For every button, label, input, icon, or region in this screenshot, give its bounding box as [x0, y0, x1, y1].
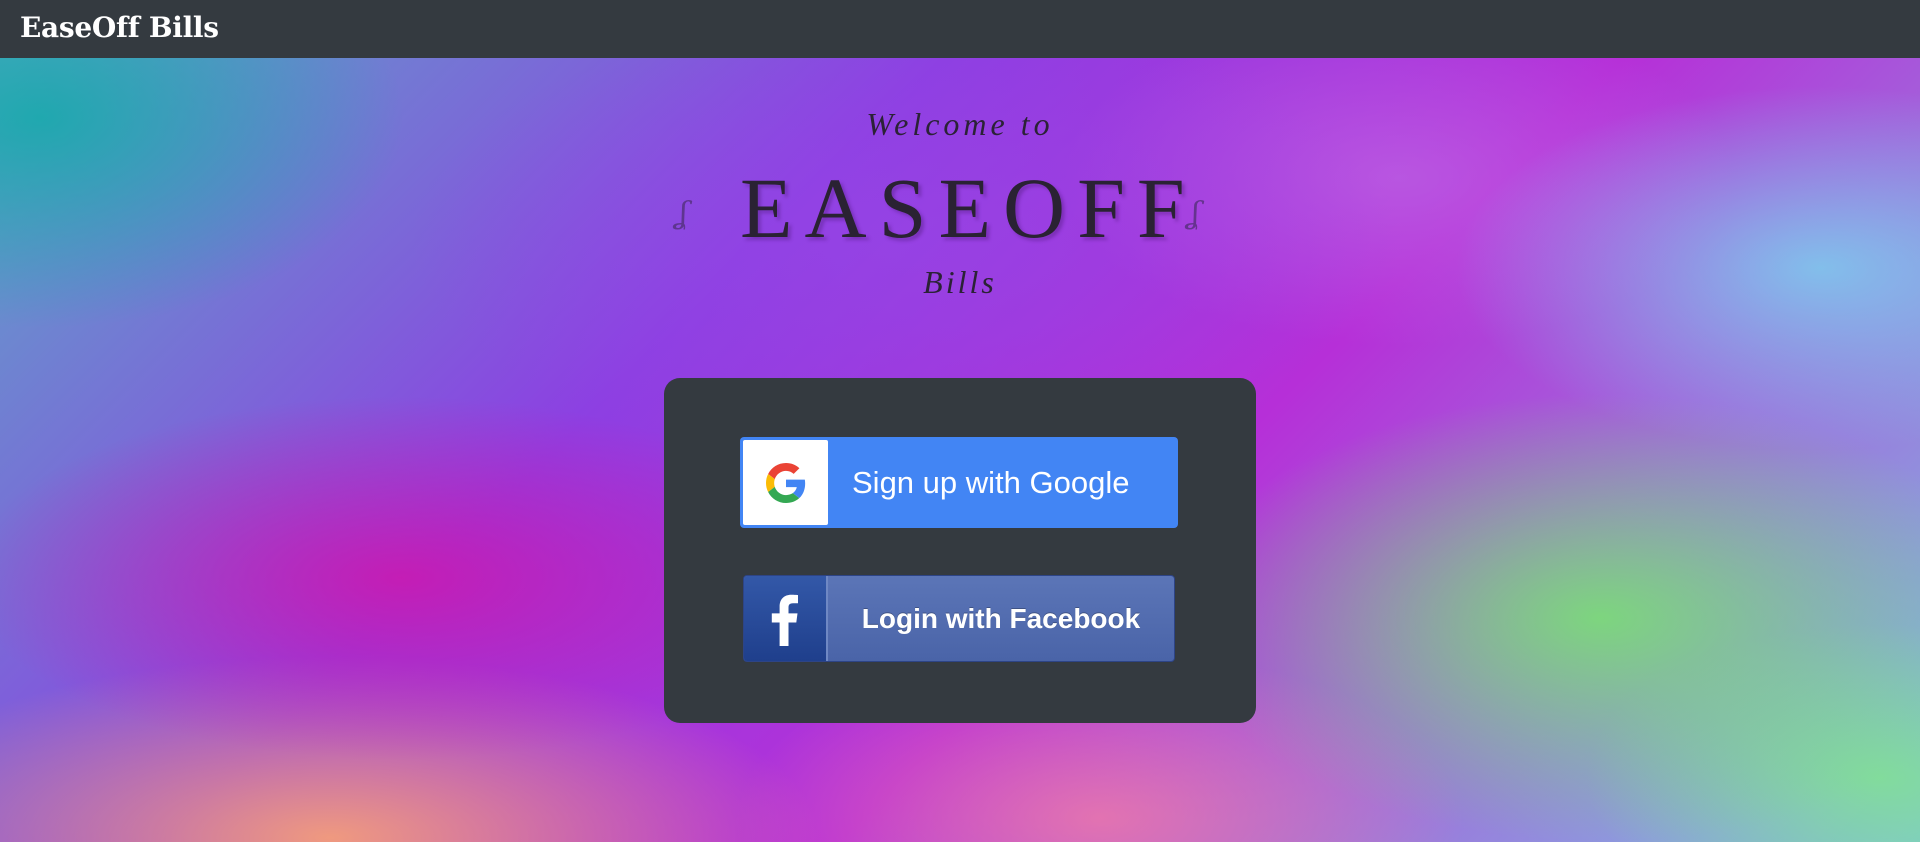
hero-subtitle: Bills [923, 264, 997, 300]
brand-logo-link[interactable]: EaseOff Bills [20, 8, 219, 48]
left-flourish-icon: ʆ [678, 196, 688, 231]
hero-title: EASEOFF [740, 160, 1197, 256]
facebook-login-button[interactable]: Login with Facebook [743, 575, 1175, 662]
facebook-logo-box [744, 576, 828, 661]
google-button-label: Sign up with Google [852, 465, 1130, 500]
google-g-icon [766, 463, 806, 503]
google-signup-button[interactable]: Sign up with Google [740, 437, 1178, 528]
login-card: Sign up with Google Login with Facebook [664, 378, 1256, 723]
google-logo-box [743, 440, 828, 525]
facebook-button-label: Login with Facebook [861, 603, 1141, 634]
welcome-text: Welcome to [866, 106, 1054, 142]
title-row: ʆ EASEOFF ʆ [0, 158, 1920, 258]
facebook-f-icon [771, 594, 798, 646]
right-flourish-icon: ʆ [1190, 196, 1200, 231]
navbar: EaseOff Bills [0, 0, 1920, 58]
